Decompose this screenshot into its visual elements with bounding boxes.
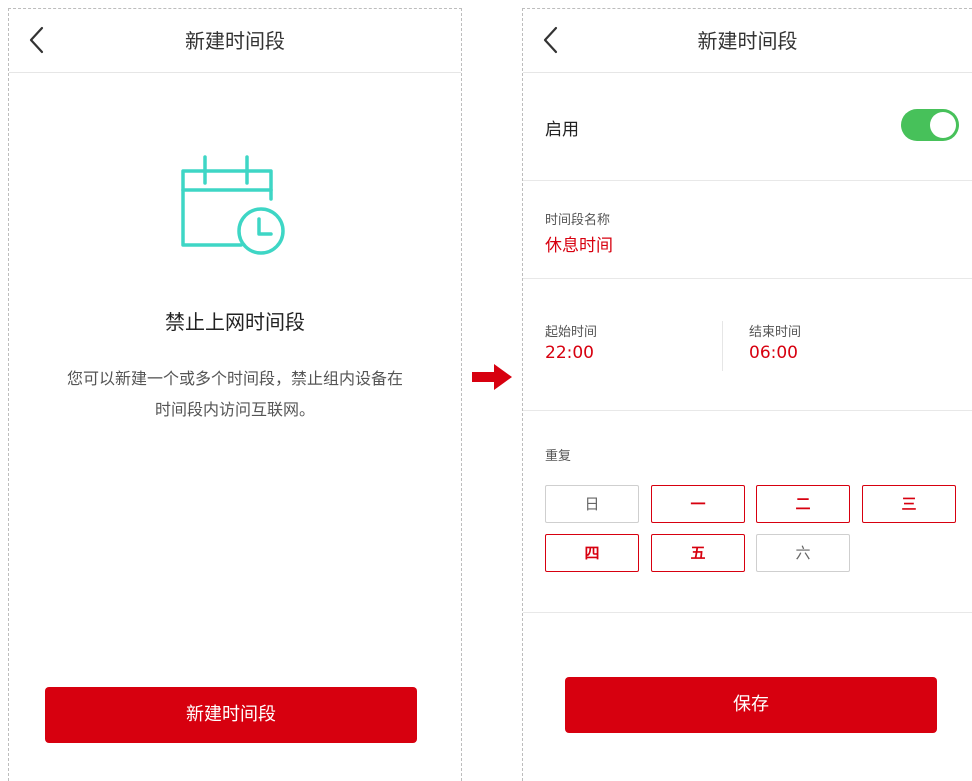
name-label: 时间段名称 — [545, 213, 611, 228]
day-wednesday-button[interactable]: 三 — [862, 485, 956, 523]
time-range-row: 起始时间 22:00 结束时间 06:00 — [523, 279, 972, 411]
day-tuesday-button[interactable]: 二 — [756, 485, 850, 523]
repeat-label: 重复 — [545, 449, 572, 464]
repeat-row: 重复 日 一 二 三 四 五 六 — [523, 411, 972, 613]
nav-header: 新建时间段 — [9, 9, 461, 73]
day-friday-button[interactable]: 五 — [651, 534, 745, 572]
new-time-slot-button[interactable]: 新建时间段 — [45, 687, 417, 743]
day-sunday-button[interactable]: 日 — [545, 485, 639, 523]
empty-state-screen: 新建时间段 禁止上网时间段 您可以新建一个或多个时间段，禁止组内设备在 时间段内… — [8, 8, 462, 781]
arrow-right-icon — [472, 364, 512, 390]
enable-label: 启用 — [545, 120, 579, 140]
save-button[interactable]: 保存 — [565, 677, 937, 733]
end-time-value[interactable]: 06:00 — [749, 343, 798, 363]
description-line: 时间段内访问互联网。 — [154, 400, 315, 419]
new-time-slot-screen: 新建时间段 启用 时间段名称 休息时间 起始时间 22:00 结束时间 06:0… — [522, 8, 972, 781]
enable-row: 启用 — [523, 73, 972, 181]
end-time-label: 结束时间 — [749, 325, 802, 340]
nav-header: 新建时间段 — [523, 9, 972, 73]
day-monday-button[interactable]: 一 — [651, 485, 745, 523]
description-line: 您可以新建一个或多个时间段，禁止组内设备在 — [66, 369, 403, 388]
name-value[interactable]: 休息时间 — [545, 231, 613, 256]
divider — [722, 321, 723, 371]
empty-state-title: 禁止上网时间段 — [165, 310, 305, 334]
day-thursday-button[interactable]: 四 — [545, 534, 639, 572]
name-row[interactable]: 时间段名称 休息时间 — [523, 181, 972, 279]
start-time-value[interactable]: 22:00 — [545, 343, 594, 363]
start-time-label: 起始时间 — [545, 325, 598, 340]
page-title: 新建时间段 — [697, 29, 798, 53]
enable-toggle[interactable] — [901, 109, 959, 141]
day-saturday-button[interactable]: 六 — [756, 534, 850, 572]
page-title: 新建时间段 — [185, 29, 285, 53]
calendar-clock-icon — [181, 155, 285, 255]
toggle-knob — [930, 112, 956, 138]
empty-state-description: 您可以新建一个或多个时间段，禁止组内设备在 时间段内访问互联网。 — [29, 363, 441, 425]
